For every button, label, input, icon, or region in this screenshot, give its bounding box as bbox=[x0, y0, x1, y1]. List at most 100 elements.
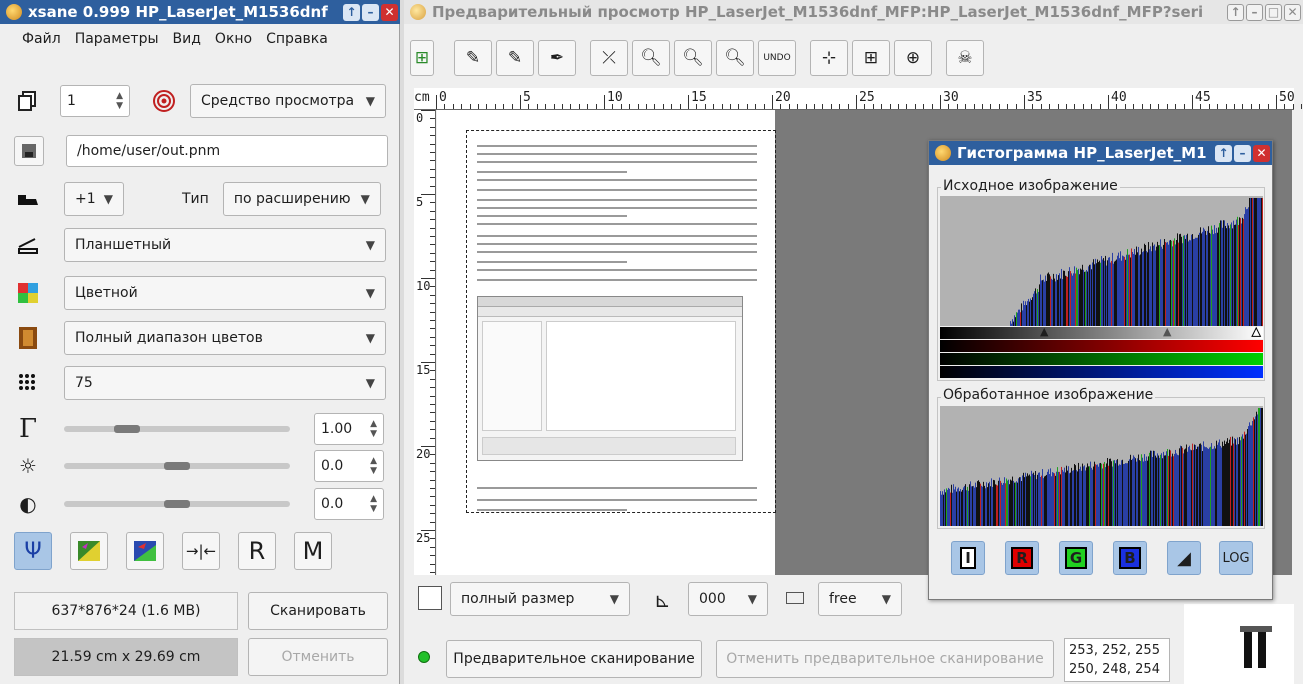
size-icon bbox=[418, 586, 442, 610]
log-toggle-button[interactable]: LOG bbox=[1219, 541, 1253, 575]
enhance-button[interactable]: →|← bbox=[182, 532, 220, 570]
xsane-titlebar[interactable]: xsane 0.999 HP_LaserJet_M1536dnf ↑ – ✕ bbox=[0, 0, 400, 24]
zoom-undo-button[interactable]: UNDO bbox=[758, 40, 796, 76]
gamma-slider-knob[interactable] bbox=[114, 425, 140, 433]
white-point-marker[interactable]: ▲ bbox=[1251, 325, 1261, 339]
black-point-marker[interactable]: ▲ bbox=[1040, 325, 1048, 338]
minimize-button[interactable]: – bbox=[1246, 3, 1263, 21]
color-range-combo[interactable]: Полный диапазон цветов ▼ bbox=[64, 321, 386, 355]
selection-rectangle[interactable] bbox=[466, 130, 776, 513]
cancel-button[interactable]: Отменить bbox=[248, 638, 388, 676]
autoselect-button[interactable]: ⊹ bbox=[810, 40, 848, 76]
menu-view[interactable]: Вид bbox=[173, 31, 201, 47]
contrast-slider[interactable] bbox=[64, 500, 290, 508]
mode-combo[interactable]: Цветной ▼ bbox=[64, 276, 386, 310]
pixel-values-enhanced: 250, 248, 254 bbox=[1069, 662, 1160, 677]
spin-arrows-icon[interactable]: ▲ ▼ bbox=[370, 494, 377, 514]
menu-window[interactable]: Окно bbox=[215, 31, 252, 47]
maximize-button[interactable]: □ bbox=[1265, 3, 1282, 21]
intensity-toggle-button[interactable]: I bbox=[951, 541, 985, 575]
source-combo[interactable]: Планшетный ▼ bbox=[64, 228, 386, 262]
center-area-icon: ⊕ bbox=[905, 48, 921, 68]
pipette-gray-button[interactable]: ✎ bbox=[496, 40, 534, 76]
size-combo[interactable]: полный размер ▼ bbox=[450, 582, 630, 616]
step-type-row: +1 ▼ Тип по расширению ▼ bbox=[14, 182, 381, 216]
zoom-in-button[interactable]: 🔍︎ bbox=[674, 40, 712, 76]
keep-above-button[interactable]: ↑ bbox=[343, 3, 360, 21]
mode-row: Цветной ▼ bbox=[14, 276, 386, 310]
brightness-icon: ☼ bbox=[19, 454, 37, 478]
menu-file[interactable]: Файл bbox=[22, 31, 61, 47]
menu-settings[interactable]: Параметры bbox=[75, 31, 159, 47]
chevron-down-icon: ▼ bbox=[747, 592, 757, 606]
gamma-gradient-bar[interactable]: ▲ ▲ ▲ bbox=[940, 325, 1263, 339]
preview-scan-button[interactable]: Предварительное сканирование bbox=[446, 640, 702, 678]
center-area-button[interactable]: ⊕ bbox=[894, 40, 932, 76]
zoom-reset-button[interactable]: ⤫ bbox=[590, 40, 628, 76]
spin-arrows-icon[interactable]: ▲ ▼ bbox=[370, 456, 377, 476]
contrast-spinner[interactable]: 0.0 ▲ ▼ bbox=[314, 488, 384, 520]
rgb-default-button[interactable] bbox=[70, 532, 108, 570]
target-combo[interactable]: Средство просмотра ▼ bbox=[190, 84, 386, 118]
close-button[interactable]: ✕ bbox=[381, 3, 398, 21]
restore-button[interactable]: R bbox=[238, 532, 276, 570]
ruler-label: 35 bbox=[1027, 90, 1043, 105]
menu-help[interactable]: Справка bbox=[266, 31, 328, 47]
chevron-down-icon: ▼ bbox=[365, 286, 375, 300]
image-info: 637*876*24 (1.6 MB) bbox=[14, 592, 238, 630]
spin-arrows-icon[interactable]: ▲ ▼ bbox=[116, 91, 123, 111]
save-file-icon[interactable] bbox=[14, 136, 44, 166]
close-button[interactable]: ✕ bbox=[1284, 3, 1301, 21]
chevron-down-icon: ▼ bbox=[365, 331, 375, 345]
pipette-white-button[interactable]: ✎ bbox=[454, 40, 492, 76]
delete-images-button[interactable]: ☠ bbox=[946, 40, 984, 76]
gamma-slider[interactable] bbox=[64, 425, 290, 433]
ruler-label: 10 bbox=[416, 279, 431, 293]
filename-input[interactable]: /home/user/out.pnm bbox=[66, 135, 388, 167]
chevron-down-icon: ▼ bbox=[365, 238, 375, 252]
brightness-row: ☼ 0.0 ▲ ▼ bbox=[14, 450, 384, 482]
step-icon bbox=[14, 185, 42, 213]
ratio-combo[interactable]: free ▼ bbox=[818, 582, 902, 616]
type-combo[interactable]: по расширению ▼ bbox=[222, 182, 381, 216]
negative-button[interactable] bbox=[126, 532, 164, 570]
pixel-mode-toggle-button[interactable]: ◢ bbox=[1167, 541, 1201, 575]
pipette-black-button[interactable]: ✒ bbox=[538, 40, 576, 76]
blue-gradient-bar[interactable] bbox=[940, 366, 1263, 378]
xsane-app-icon bbox=[6, 4, 22, 20]
minimize-button[interactable]: – bbox=[1234, 144, 1251, 162]
brightness-slider[interactable] bbox=[64, 462, 290, 470]
rotation-icon: ⊾ bbox=[654, 588, 671, 612]
select-area-button[interactable]: ⊞ bbox=[410, 40, 434, 76]
copies-spinner[interactable]: 1 ▲ ▼ bbox=[60, 85, 130, 117]
brightness-spinner[interactable]: 0.0 ▲ ▼ bbox=[314, 450, 384, 482]
cancel-preview-button[interactable]: Отменить предварительное сканирование bbox=[716, 640, 1054, 678]
keep-above-button[interactable]: ↑ bbox=[1227, 3, 1244, 21]
red-gradient-bar[interactable] bbox=[940, 340, 1263, 352]
store-button[interactable]: M bbox=[294, 532, 332, 570]
auto-enhance-button[interactable]: Ψ bbox=[14, 532, 52, 570]
zoom-area-button[interactable]: 🔍︎ bbox=[716, 40, 754, 76]
gamma-icon: Γ bbox=[18, 414, 38, 444]
rotation-combo[interactable]: 000 ▼ bbox=[688, 582, 768, 616]
close-button[interactable]: ✕ bbox=[1253, 144, 1270, 162]
blue-toggle-button[interactable]: B bbox=[1113, 541, 1147, 575]
resolution-combo[interactable]: 75 ▼ bbox=[64, 366, 386, 400]
green-gradient-bar[interactable] bbox=[940, 353, 1263, 365]
keep-above-button[interactable]: ↑ bbox=[1215, 144, 1232, 162]
contrast-slider-knob[interactable] bbox=[164, 500, 190, 508]
spin-arrows-icon[interactable]: ▲ ▼ bbox=[370, 419, 377, 439]
preview-titlebar[interactable]: Предварительный просмотр HP_LaserJet_M15… bbox=[404, 0, 1303, 24]
green-toggle-button[interactable]: G bbox=[1059, 541, 1093, 575]
gamma-spinner[interactable]: 1.00 ▲ ▼ bbox=[314, 413, 384, 445]
zoom-out-button[interactable]: 🔍︎ bbox=[632, 40, 670, 76]
step-combo[interactable]: +1 ▼ bbox=[64, 182, 124, 216]
full-area-button[interactable]: ⊞ bbox=[852, 40, 890, 76]
histogram-title: Гистограмма HP_LaserJet_M1 bbox=[957, 144, 1207, 162]
gray-point-marker[interactable]: ▲ bbox=[1163, 325, 1171, 338]
histogram-titlebar[interactable]: Гистограмма HP_LaserJet_M1 ↑ – ✕ bbox=[929, 141, 1272, 165]
red-toggle-button[interactable]: R bbox=[1005, 541, 1039, 575]
minimize-button[interactable]: – bbox=[362, 3, 379, 21]
scan-button[interactable]: Сканировать bbox=[248, 592, 388, 630]
brightness-slider-knob[interactable] bbox=[164, 462, 190, 470]
